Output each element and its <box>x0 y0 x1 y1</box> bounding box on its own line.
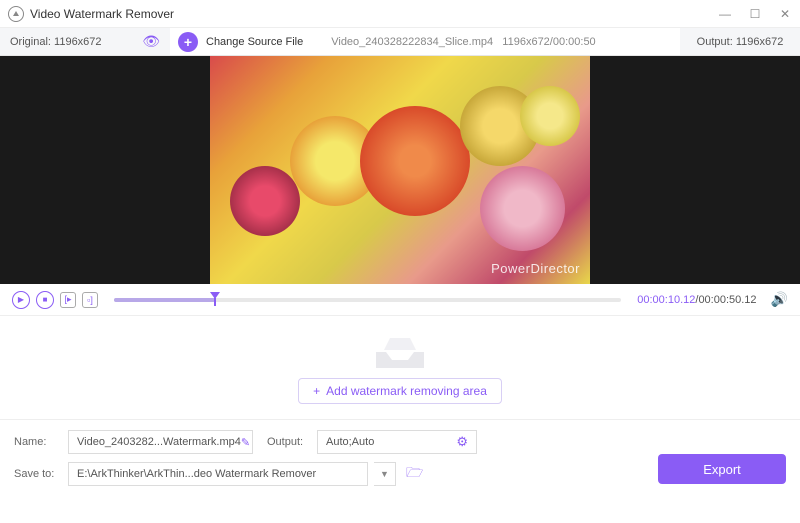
output-format-label: Output: <box>267 436 311 448</box>
tray-icon <box>372 332 428 370</box>
seek-fill <box>114 298 215 302</box>
output-settings-icon[interactable]: ⚙ <box>456 434 468 450</box>
playback-controls: ▶ ■ [▸ ▫] 00:00:10.12/00:00:50.12 🔊 <box>0 284 800 316</box>
source-filename: Video_240328222834_Slice.mp4 <box>331 36 493 48</box>
plus-icon: + <box>313 384 320 398</box>
mark-out-button[interactable]: ▫] <box>82 292 98 308</box>
video-frame: PowerDirector <box>210 56 590 284</box>
video-preview[interactable]: PowerDirector <box>0 56 800 284</box>
output-dimensions: 1196x672 <box>736 36 784 48</box>
save-path-value: E:\ArkThinker\ArkThin...deo Watermark Re… <box>77 468 316 480</box>
seek-handle[interactable] <box>210 292 220 306</box>
save-path-dropdown[interactable]: ▼ <box>374 462 396 486</box>
name-input[interactable]: Video_2403282...Watermark.mp4 ✎ <box>68 430 253 454</box>
add-source-icon[interactable]: + <box>178 32 198 52</box>
total-time: 00:00:50.12 <box>698 294 756 306</box>
source-meta: 1196x672/00:00:50 <box>502 36 595 48</box>
save-to-label: Save to: <box>14 468 62 480</box>
output-format-value: Auto;Auto <box>326 436 374 448</box>
export-area: Export <box>658 454 786 484</box>
export-label: Export <box>703 462 741 477</box>
close-button[interactable]: ✕ <box>778 7 792 21</box>
original-dimensions: 1196x672 <box>54 36 102 48</box>
mark-in-button[interactable]: [▸ <box>60 292 76 308</box>
output-label: Output: <box>697 36 733 48</box>
export-button[interactable]: Export <box>658 454 786 484</box>
seek-track[interactable] <box>114 298 621 302</box>
name-label: Name: <box>14 436 62 448</box>
play-button[interactable]: ▶ <box>12 291 30 309</box>
stop-button[interactable]: ■ <box>36 291 54 309</box>
name-value: Video_2403282...Watermark.mp4 <box>77 436 241 448</box>
toolbar: Original: 1196x672 👁 + Change Source Fil… <box>0 28 800 56</box>
preview-toggle-icon[interactable]: 👁 <box>142 33 160 50</box>
current-time: 00:00:10.12 <box>637 294 695 306</box>
open-folder-icon[interactable]: 🗁 <box>406 462 423 486</box>
watermark-text: PowerDirector <box>491 261 580 276</box>
output-info: Output: 1196x672 <box>680 28 800 55</box>
watermark-area-panel: + Add watermark removing area <box>0 316 800 420</box>
output-format-input[interactable]: Auto;Auto ⚙ <box>317 430 477 454</box>
add-watermark-area-button[interactable]: + Add watermark removing area <box>298 378 502 404</box>
original-info: Original: 1196x672 👁 <box>0 28 170 55</box>
time-display: 00:00:10.12/00:00:50.12 <box>637 294 756 306</box>
add-watermark-area-label: Add watermark removing area <box>326 384 487 398</box>
maximize-button[interactable]: ☐ <box>748 7 762 21</box>
save-path-input[interactable]: E:\ArkThinker\ArkThin...deo Watermark Re… <box>68 462 368 486</box>
bottom-panel: Name: Video_2403282...Watermark.mp4 ✎ Ou… <box>0 420 800 486</box>
app-logo-icon <box>8 6 24 22</box>
minimize-button[interactable]: — <box>718 7 732 21</box>
change-source-button[interactable]: Change Source File <box>206 36 303 48</box>
edit-name-icon[interactable]: ✎ <box>241 436 250 449</box>
volume-icon[interactable]: 🔊 <box>771 291 788 308</box>
window-title: Video Watermark Remover <box>30 7 718 21</box>
title-bar: Video Watermark Remover — ☐ ✕ <box>0 0 800 28</box>
original-label: Original: <box>10 36 51 48</box>
